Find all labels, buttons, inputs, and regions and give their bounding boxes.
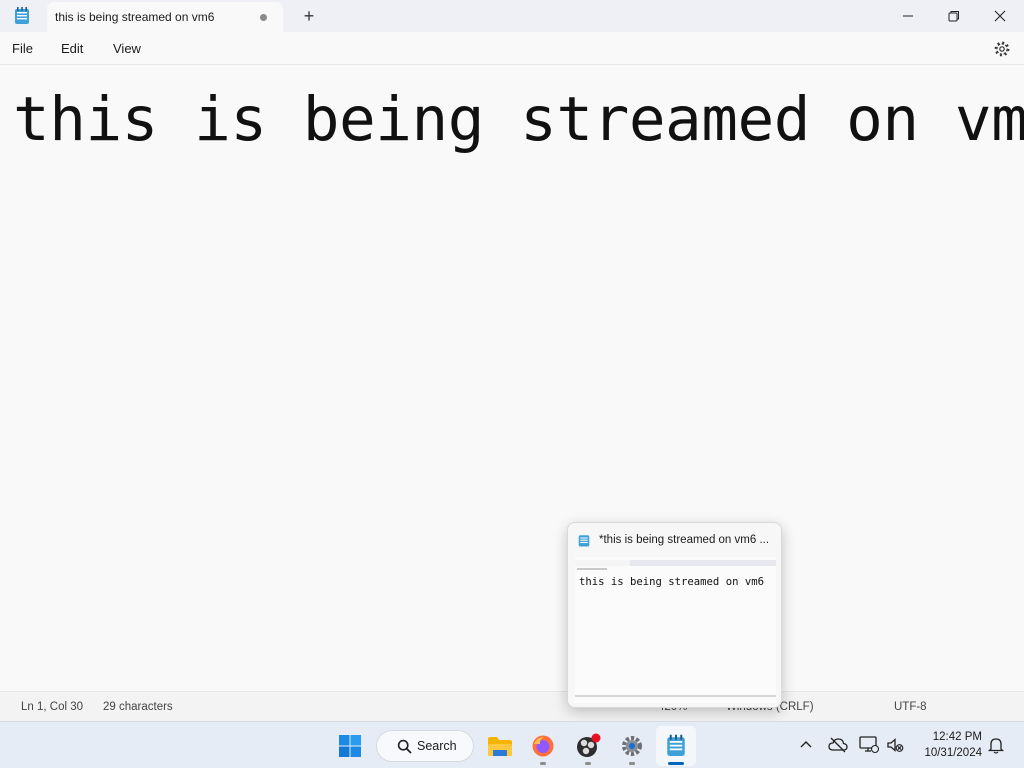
active-indicator [668,762,684,765]
taskbar-firefox[interactable] [523,726,563,766]
close-icon [994,10,1006,22]
taskbar-notepad[interactable] [656,726,696,766]
preview-thumbnail[interactable]: this is being streamed on vm6 [575,557,776,703]
thumbnail-tab [575,560,630,566]
taskbar-search[interactable]: Search [376,730,474,762]
running-indicator [629,762,635,765]
gear-icon [622,736,642,756]
editor-content[interactable]: this is being streamed on vm6 [13,84,1024,155]
menu-edit[interactable]: Edit [61,41,83,56]
obs-icon [577,733,601,757]
taskbar-obs-studio[interactable] [568,726,608,766]
menu-view[interactable]: View [113,41,141,56]
search-icon [397,739,412,754]
maximize-button[interactable] [931,0,977,32]
restore-icon [948,11,959,22]
menu-file[interactable]: File [12,41,33,56]
cursor-position: Ln 1, Col 30 [21,701,84,713]
notepad-icon [15,7,29,24]
thumbnail-menu [577,568,607,570]
new-tab-button[interactable]: + [298,6,320,28]
preview-title: *this is being streamed on vm6 ... [599,534,770,546]
gear-icon[interactable] [993,40,1011,58]
network-offline-icon[interactable] [828,736,848,754]
search-label: Search [417,739,457,753]
start-button[interactable] [330,726,370,766]
firefox-icon [532,735,554,757]
menu-bar: File Edit View [0,32,1024,65]
character-count: 29 characters [103,701,173,713]
notepad-icon [578,535,590,547]
thumbnail-titlebar [575,560,776,566]
text-editor[interactable]: this is being streamed on vm6 [0,66,1024,690]
running-indicator [540,762,546,765]
taskbar: Search 12:42 PM 10/31/2024 [0,721,1024,768]
clock[interactable]: 12:42 PM 10/31/2024 [914,729,982,761]
folder-icon [488,737,512,756]
title-bar: this is being streamed on vm6 + [0,0,1024,32]
thumbnail-text: this is being streamed on vm6 [579,576,764,588]
windows-logo-icon [339,735,361,757]
display-icon[interactable] [858,735,880,755]
minimize-icon [903,15,913,17]
encoding[interactable]: UTF-8 [894,701,927,713]
clock-date: 10/31/2024 [924,747,982,759]
clock-time: 12:42 PM [932,731,982,743]
unsaved-dot-icon[interactable] [260,14,267,21]
notepad-icon [667,734,685,756]
chevron-up-icon[interactable] [797,736,815,754]
volume-muted-icon[interactable] [886,736,904,754]
taskbar-settings[interactable] [612,726,652,766]
minimize-button[interactable] [885,0,931,32]
tab-title: this is being streamed on vm6 [55,10,215,24]
running-indicator [585,762,591,765]
taskbar-preview[interactable]: *this is being streamed on vm6 ... this … [567,522,782,708]
thumbnail-statusbar [575,695,776,697]
bell-icon[interactable] [988,736,1004,754]
status-bar: Ln 1, Col 30 29 characters 420% Windows … [0,691,1024,721]
tab-document[interactable]: this is being streamed on vm6 [47,2,283,32]
taskbar-file-explorer[interactable] [480,726,520,766]
close-button[interactable] [977,0,1023,32]
